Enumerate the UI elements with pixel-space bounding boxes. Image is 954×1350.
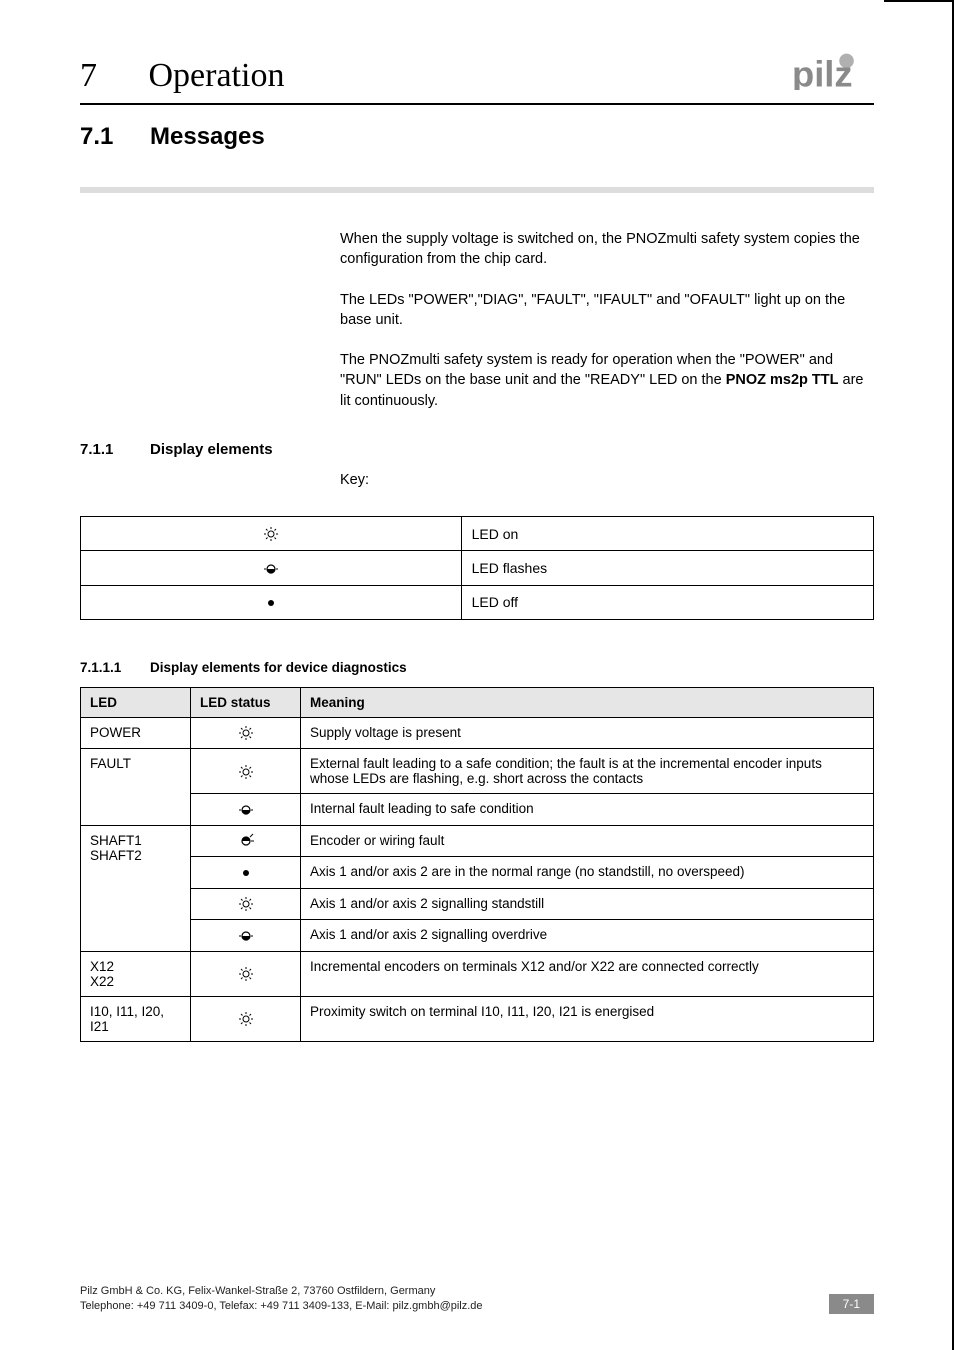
section-divider: [80, 187, 874, 193]
intro-p2: The LEDs "POWER","DIAG", "FAULT", "IFAUL…: [340, 290, 864, 331]
diag-status-cell: [191, 749, 301, 794]
key-label-cell: LED on: [461, 517, 873, 551]
led-off-icon: [261, 595, 281, 611]
key-label: Key:: [340, 472, 874, 488]
diag-meaning-cell: Axis 1 and/or axis 2 signalling overdriv…: [301, 920, 874, 951]
diag-meaning-cell: Encoder or wiring fault: [301, 825, 874, 856]
footer-line2: Telephone: +49 711 3409-0, Telefax: +49 …: [80, 1299, 483, 1314]
key-icon-cell: [81, 517, 462, 551]
diag-meaning-cell: Incremental encoders on terminals X12 an…: [301, 951, 874, 996]
diag-status-cell: [191, 996, 301, 1041]
key-table: LED onLED flashesLED off: [80, 516, 874, 620]
key-icon-cell: [81, 585, 462, 619]
diagnostics-table: LED LED status Meaning POWER Supply volta…: [80, 687, 874, 1042]
diag-table-row: Axis 1 and/or axis 2 signalling standsti…: [81, 888, 874, 919]
led-flashes-icon: [236, 802, 256, 818]
intro-text: When the supply voltage is switched on, …: [340, 229, 864, 411]
diag-meaning-cell: Axis 1 and/or axis 2 signalling standsti…: [301, 888, 874, 919]
led-flashes-alt-icon: [236, 833, 256, 849]
diag-meaning-cell: Proximity switch on terminal I10, I11, I…: [301, 996, 874, 1041]
diag-meaning-cell: External fault leading to a safe conditi…: [301, 749, 874, 794]
chapter-heading: 7 Operation: [80, 57, 284, 95]
intro-p1: When the supply voltage is switched on, …: [340, 229, 864, 270]
diag-led-cell: I10, I11, I20, I21: [81, 996, 191, 1041]
led-flashes-icon: [261, 561, 281, 577]
diag-led-cell: POWER: [81, 717, 191, 748]
diag-status-cell: [191, 951, 301, 996]
diag-table-row: Axis 1 and/or axis 2 signalling overdriv…: [81, 920, 874, 951]
key-table-row: LED flashes: [81, 551, 874, 585]
intro-p3: The PNOZmulti safety system is ready for…: [340, 350, 864, 411]
diag-table-row: FAULTExternal fault leading to a safe co…: [81, 749, 874, 794]
led-on-icon: [236, 896, 256, 912]
chapter-title: Operation: [149, 57, 285, 94]
footer-line1: Pilz GmbH & Co. KG, Felix-Wankel-Straße …: [80, 1284, 483, 1299]
led-on-icon: [261, 526, 281, 542]
footer-address: Pilz GmbH & Co. KG, Felix-Wankel-Straße …: [80, 1284, 483, 1314]
diag-status-cell: [191, 920, 301, 951]
diag-led-cell: X12X22: [81, 951, 191, 996]
diag-table-row: Axis 1 and/or axis 2 are in the normal r…: [81, 857, 874, 888]
diag-th-led: LED: [81, 687, 191, 717]
diag-status-cell: [191, 717, 301, 748]
section-title: Messages: [150, 123, 265, 151]
section-number: 7.1: [80, 123, 150, 151]
diag-meaning-cell: Axis 1 and/or axis 2 are in the normal r…: [301, 857, 874, 888]
diag-led-cell: FAULT: [81, 749, 191, 825]
diag-table-row: I10, I11, I20, I21 Proximity switch on te…: [81, 996, 874, 1041]
page-footer: Pilz GmbH & Co. KG, Felix-Wankel-Straße …: [80, 1284, 874, 1314]
led-on-icon: [236, 725, 256, 741]
led-off-icon: [236, 865, 256, 881]
page-number-badge: 7-1: [829, 1294, 874, 1314]
key-icon-cell: [81, 551, 462, 585]
led-on-icon: [236, 1011, 256, 1027]
subsubsection-title: Display elements for device diagnostics: [150, 660, 407, 675]
subsection-number: 7.1.1: [80, 441, 150, 458]
diag-th-status: LED status: [191, 687, 301, 717]
diag-table-row: SHAFT1SHAFT2Encoder or wiring fault: [81, 825, 874, 856]
section-heading: 7.1 Messages: [80, 123, 874, 151]
diag-status-cell: [191, 888, 301, 919]
key-label-cell: LED flashes: [461, 551, 873, 585]
diag-meaning-cell: Supply voltage is present: [301, 717, 874, 748]
diag-status-cell: [191, 794, 301, 825]
led-on-icon: [236, 764, 256, 780]
diag-led-cell: SHAFT1SHAFT2: [81, 825, 191, 951]
diag-status-cell: [191, 825, 301, 856]
diag-meaning-cell: Internal fault leading to safe condition: [301, 794, 874, 825]
subsubsection-number: 7.1.1.1: [80, 660, 150, 675]
brand-logo: [792, 50, 874, 95]
diag-th-meaning: Meaning: [301, 687, 874, 717]
diag-table-row: Internal fault leading to safe condition: [81, 794, 874, 825]
diag-table-row: POWER Supply voltage is present: [81, 717, 874, 748]
diag-status-cell: [191, 857, 301, 888]
chapter-header: 7 Operation: [80, 50, 874, 105]
key-table-row: LED on: [81, 517, 874, 551]
subsection-title: Display elements: [150, 441, 273, 458]
key-table-row: LED off: [81, 585, 874, 619]
diag-table-row: X12X22 Incremental encoders on terminals …: [81, 951, 874, 996]
led-on-icon: [236, 966, 256, 982]
subsubsection-heading: 7.1.1.1 Display elements for device diag…: [80, 660, 874, 675]
key-label-cell: LED off: [461, 585, 873, 619]
chapter-number: 7: [80, 57, 140, 95]
subsection-heading: 7.1.1 Display elements: [80, 441, 874, 458]
led-flashes-icon: [236, 928, 256, 944]
